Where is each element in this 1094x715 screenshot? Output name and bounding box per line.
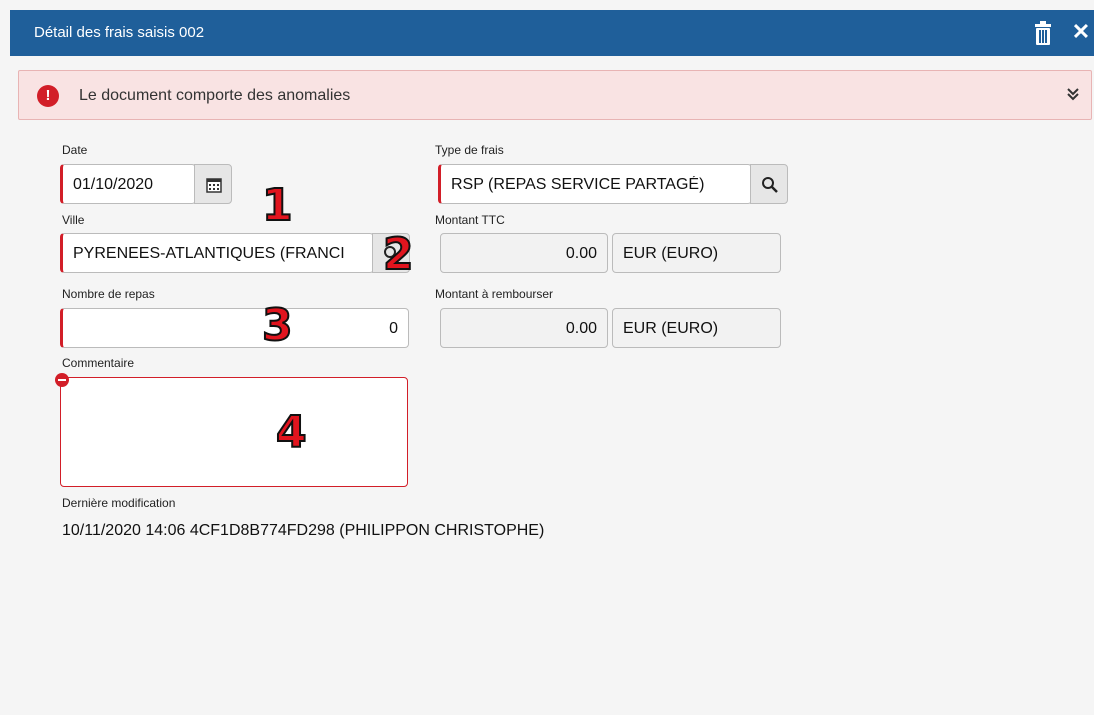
montant-rembourser-currency: EUR (EURO): [612, 308, 781, 348]
nombre-repas-field[interactable]: 0: [60, 308, 409, 348]
search-icon: [762, 177, 778, 193]
commentaire-label: Commentaire: [62, 356, 135, 370]
derniere-modification-value: 10/11/2020 14:06 4CF1D8B774FD298 (PHILIP…: [62, 522, 545, 539]
date-field[interactable]: 01/10/2020: [60, 164, 196, 204]
ville-label: Ville: [62, 213, 85, 227]
exclamation-circle-icon: !: [37, 85, 59, 107]
annotation-2: 2: [382, 229, 415, 280]
trash-icon[interactable]: [1032, 20, 1054, 46]
window-titlebar: Détail des frais saisis 002 ✕: [10, 10, 1094, 56]
annotation-3: 3: [261, 300, 294, 351]
date-label: Date: [62, 143, 88, 157]
nombre-repas-value: 0: [389, 320, 398, 337]
montant-rembourser-label: Montant à rembourser: [435, 287, 554, 301]
derniere-modification-label: Dernière modification: [62, 496, 176, 510]
montant-rembourser-amount-value: 0.00: [565, 320, 597, 337]
type-frais-label: Type de frais: [435, 143, 504, 157]
montant-ttc-amount: 0.00: [440, 233, 608, 273]
window-title: Détail des frais saisis 002: [34, 24, 205, 41]
montant-ttc-amount-value: 0.00: [565, 245, 597, 262]
montant-rembourser-amount: 0.00: [440, 308, 608, 348]
double-chevron-down-icon[interactable]: [1063, 84, 1083, 104]
montant-rembourser-currency-value: EUR (EURO): [623, 320, 719, 337]
annotation-1: 1: [261, 180, 294, 231]
commentaire-textarea[interactable]: [60, 377, 408, 487]
montant-ttc-label: Montant TTC: [435, 213, 505, 227]
type-frais-value: RSP (REPAS SERVICE PARTAGÉ): [451, 176, 705, 193]
calendar-icon: [206, 178, 222, 193]
ville-value: PYRENEES-ATLANTIQUES (FRANCI: [73, 245, 345, 262]
anomaly-alert: ! Le document comporte des anomalies: [18, 70, 1092, 120]
close-icon[interactable]: ✕: [1070, 21, 1092, 43]
ville-field[interactable]: PYRENEES-ATLANTIQUES (FRANCI: [60, 233, 374, 273]
type-frais-search-button[interactable]: [750, 164, 788, 204]
date-value: 01/10/2020: [73, 176, 154, 193]
nombre-repas-label: Nombre de repas: [62, 287, 155, 301]
montant-ttc-currency-value: EUR (EURO): [623, 245, 719, 262]
error-minus-icon: [55, 373, 69, 387]
calendar-button[interactable]: [194, 164, 232, 204]
type-frais-field[interactable]: RSP (REPAS SERVICE PARTAGÉ): [438, 164, 752, 204]
alert-message: Le document comporte des anomalies: [79, 87, 351, 104]
annotation-4: 4: [275, 407, 308, 458]
montant-ttc-currency: EUR (EURO): [612, 233, 781, 273]
